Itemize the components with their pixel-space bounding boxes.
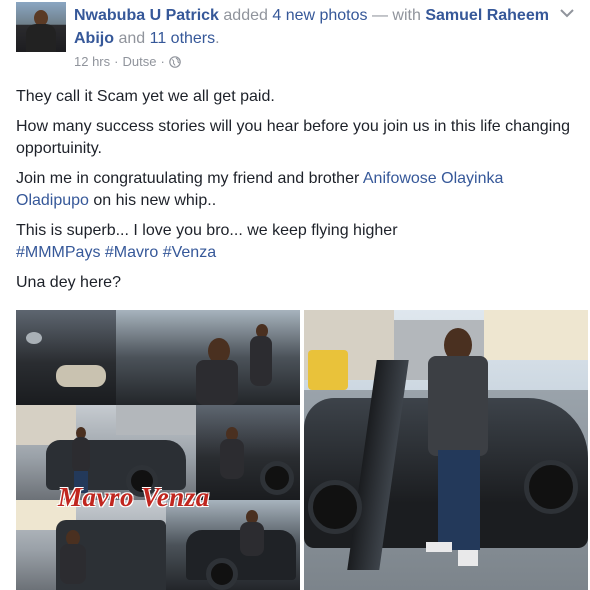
author-avatar[interactable] xyxy=(16,2,66,52)
and-text: and xyxy=(118,30,146,47)
hashtag-mavro[interactable]: #Mavro xyxy=(105,244,158,261)
photos-link[interactable]: 4 new photos xyxy=(272,7,367,24)
collage-tile-front xyxy=(196,405,300,500)
with-text: — with xyxy=(371,7,421,24)
hashtag-mmmpays[interactable]: #MMMPays xyxy=(16,244,100,261)
post-meta: 12 hrs · Dutse · xyxy=(74,54,181,69)
hashtag-venza[interactable]: #Venza xyxy=(163,244,216,261)
post-text: They call it Scam yet we all get paid. H… xyxy=(16,86,576,302)
post-header: Nwabuba U Patrick added 4 new photos — w… xyxy=(16,2,576,72)
post-location[interactable]: Dutse xyxy=(122,54,156,69)
photo-grid: Mavro Venza xyxy=(16,310,588,590)
action-text: added xyxy=(223,7,268,24)
collage-tile-interior xyxy=(116,310,300,405)
globe-icon[interactable] xyxy=(168,55,181,68)
collage-photo[interactable]: Mavro Venza xyxy=(16,310,300,590)
chevron-down-icon[interactable] xyxy=(558,5,576,19)
line3-prefix: Join me in congratuulating my friend and… xyxy=(16,170,363,187)
author-name-link[interactable]: Nwabuba U Patrick xyxy=(74,7,219,24)
post-headline: Nwabuba U Patrick added 4 new photos — w… xyxy=(74,4,554,50)
post-line-3: Join me in congratuulating my friend and… xyxy=(16,168,576,212)
post-line-1: They call it Scam yet we all get paid. xyxy=(16,88,275,105)
line3-suffix: on his new whip.. xyxy=(88,192,217,209)
post-timestamp[interactable]: 12 hrs xyxy=(74,54,110,69)
headline-period: . xyxy=(215,30,220,47)
collage-tile-rear xyxy=(166,500,300,590)
post-line-2: How many success stories will you hear b… xyxy=(16,118,571,157)
car-owner-photo[interactable] xyxy=(304,310,588,590)
collage-tile-headlight xyxy=(16,310,116,405)
post-line-4: This is superb... I love you bro... we k… xyxy=(16,220,576,264)
collage-tile-door xyxy=(16,500,166,590)
collage-watermark: Mavro Venza xyxy=(58,482,210,512)
avatar-body xyxy=(26,24,56,52)
others-link[interactable]: 11 others xyxy=(150,30,216,47)
meta-separator: · xyxy=(114,54,119,69)
line4-text: This is superb... I love you bro... we k… xyxy=(16,222,398,239)
meta-separator-2: · xyxy=(160,54,165,69)
feed-post: Nwabuba U Patrick added 4 new photos — w… xyxy=(0,0,590,590)
post-line-5: Una dey here? xyxy=(16,274,121,291)
